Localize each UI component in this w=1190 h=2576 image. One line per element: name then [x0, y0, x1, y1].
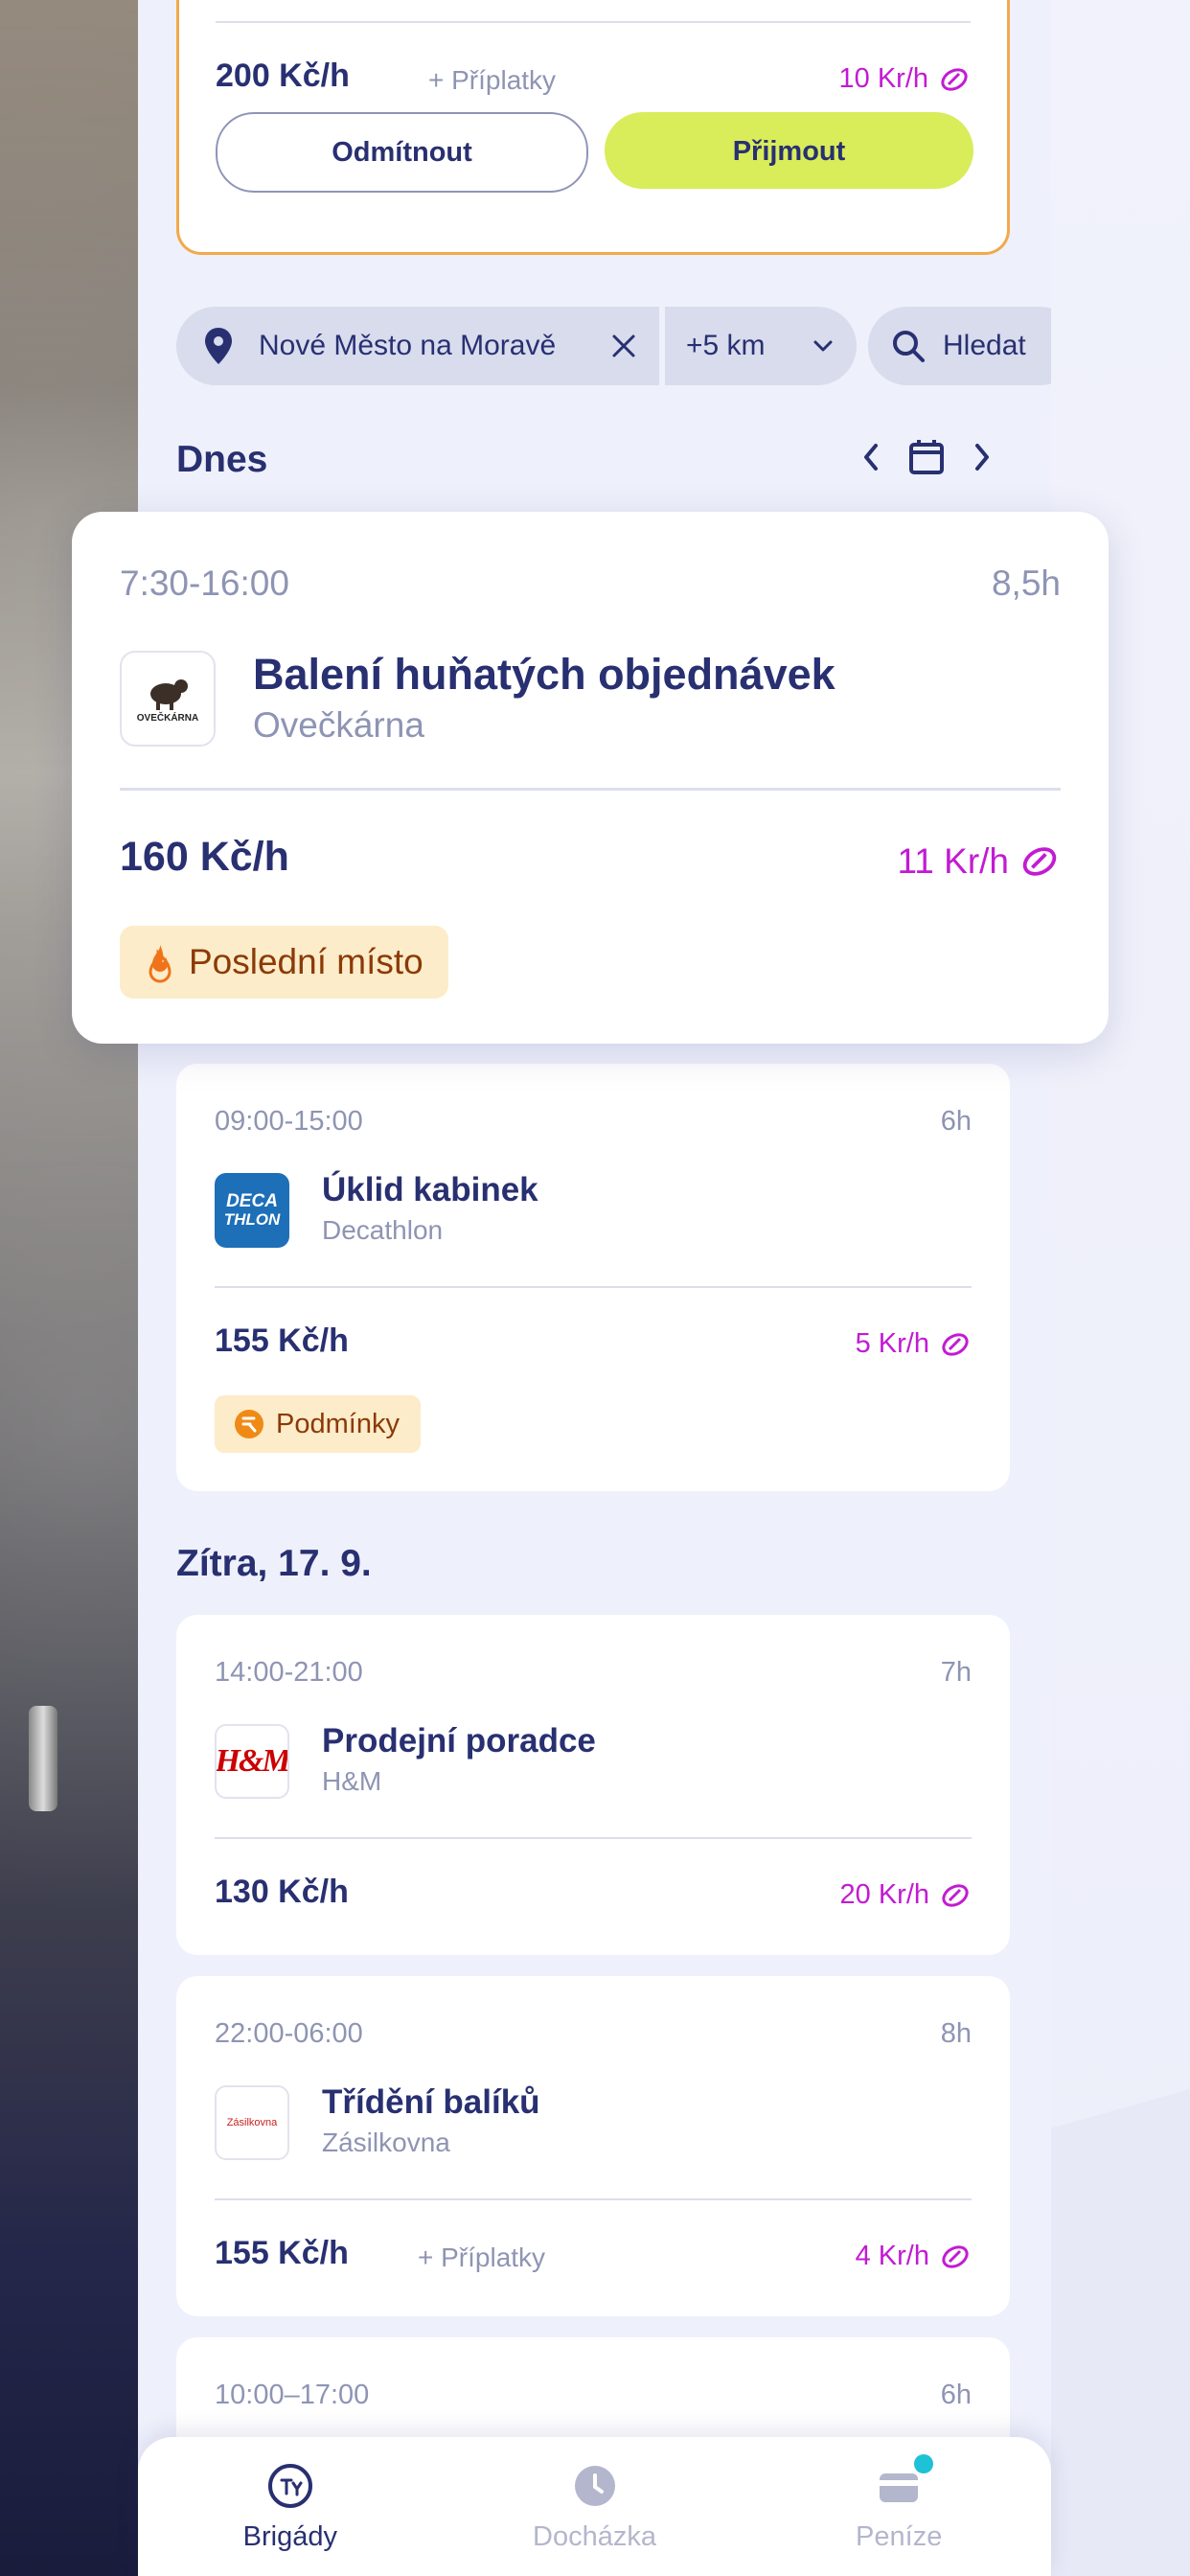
offer-card: 200 Kč/h + Příplatky 10 Kr/h Odmítnout P… — [176, 0, 1010, 255]
job-card[interactable]: 09:00-15:00 6h DECA THLON Úklid kabinek … — [176, 1064, 1010, 1491]
radius-filter-chip[interactable]: +5 km — [665, 307, 857, 385]
job-credit: 11 Kr/h — [897, 841, 1061, 882]
radius-filter-label: +5 km — [686, 330, 766, 361]
conditions-icon — [235, 1410, 263, 1438]
decathlon-logo-text-2: THLON — [223, 1210, 281, 1229]
nav-item-dochazka[interactable]: Docházka — [443, 2437, 747, 2576]
nav-item-label: Peníze — [856, 2521, 943, 2552]
card-divider — [215, 1837, 972, 1839]
bottom-navigation: Brigády Docházka Peníze — [138, 2437, 1051, 2576]
offer-credit: 10 Kr/h — [839, 63, 972, 95]
job-credit-value: 11 Kr/h — [897, 841, 1009, 881]
job-price: 160 Kč/h — [120, 834, 289, 880]
nav-item-brigady[interactable]: Brigády — [138, 2437, 443, 2576]
job-credit: 5 Kr/h — [856, 1328, 972, 1360]
job-credit-value: 20 Kr/h — [839, 1879, 930, 1910]
location-pin-icon — [205, 328, 232, 364]
filter-bar: Nové Město na Moravě +5 km Hledat — [176, 307, 1051, 385]
nav-item-label: Brigády — [242, 2521, 337, 2552]
job-price-extra: + Příplatky — [418, 2242, 546, 2272]
offer-price: 200 Kč/h — [216, 58, 350, 94]
credit-coin-icon — [942, 2244, 969, 2268]
reject-button[interactable]: Odmítnout — [216, 112, 588, 193]
zasilkovna-logo-text: Zásilkovna — [226, 2117, 278, 2128]
job-time: 7:30-16:00 — [120, 564, 289, 603]
date-navigation — [859, 438, 994, 476]
job-price: 155 Kč/h — [215, 1322, 349, 1359]
app-screen: 200 Kč/h + Příplatky 10 Kr/h Odmítnout P… — [138, 0, 1051, 2576]
credit-coin-icon — [942, 1883, 969, 1907]
job-credit-value: 4 Kr/h — [855, 2241, 929, 2271]
decathlon-logo-text-1: DECA — [226, 1191, 278, 1211]
company-logo: DECA THLON — [215, 1173, 289, 1248]
job-price: 130 Kč/h — [215, 1874, 349, 1910]
card-divider — [215, 1286, 972, 1288]
today-heading: Dnes — [176, 439, 268, 480]
job-card[interactable]: 22:00-06:00 8h Zásilkovna Třídění balíků… — [176, 1976, 1010, 2316]
job-company: Decathlon — [322, 1215, 444, 1245]
hm-logo-text: H&M — [215, 1743, 289, 1779]
job-credit: 4 Kr/h — [856, 2241, 972, 2272]
sheep-icon — [150, 678, 188, 710]
credit-coin-icon — [942, 1332, 969, 1356]
nav-item-penize[interactable]: Peníze — [746, 2437, 1051, 2576]
offer-divider — [216, 21, 971, 23]
notification-dot — [914, 2454, 934, 2473]
conditions-badge-label: Podmínky — [276, 1408, 400, 1439]
job-time: 10:00–17:00 — [215, 2380, 370, 2410]
job-duration: 8,5h — [991, 564, 1061, 603]
job-duration: 6h — [940, 1106, 972, 1137]
brigady-icon — [267, 2464, 312, 2508]
company-logo: OVEČKÁRNA — [120, 651, 216, 747]
job-title: Úklid kabinek — [322, 1171, 538, 1208]
job-time: 22:00-06:00 — [215, 2018, 363, 2049]
last-spot-badge-label: Poslední místo — [189, 942, 423, 981]
offer-credit-value: 10 Kr/h — [838, 63, 929, 94]
location-filter-label: Nové Město na Moravě — [259, 330, 557, 361]
job-card[interactable]: 14:00-21:00 7h H&M Prodejní poradce H&M … — [176, 1615, 1010, 1955]
calendar-icon[interactable] — [907, 438, 946, 476]
background-phone-edge — [29, 1706, 57, 1811]
job-duration: 8h — [940, 2018, 972, 2049]
card-divider — [120, 788, 1061, 791]
job-title: Balení huňatých objednávek — [253, 650, 835, 699]
last-spot-badge: Poslední místo — [120, 926, 448, 999]
clear-location-icon[interactable] — [609, 332, 638, 360]
nav-item-label: Docházka — [533, 2521, 656, 2552]
tomorrow-heading: Zítra, 17. 9. — [176, 1543, 372, 1584]
highlighted-job-card[interactable]: 7:30-16:00 8,5h OVEČKÁRNA Balení huňatýc… — [72, 512, 1109, 1044]
job-title: Třídění balíků — [322, 2083, 540, 2121]
job-duration: 7h — [940, 1657, 972, 1688]
fire-icon — [149, 943, 172, 983]
location-filter-chip[interactable]: Nové Město na Moravě — [176, 307, 659, 385]
accept-button[interactable]: Přijmout — [605, 112, 973, 189]
ovecharna-logo-text: OVEČKÁRNA — [136, 712, 199, 724]
job-time: 14:00-21:00 — [215, 1657, 363, 1688]
job-company: H&M — [322, 1766, 382, 1796]
offer-extra: + Příplatky — [428, 65, 557, 95]
job-time: 09:00-15:00 — [215, 1106, 363, 1137]
credit-coin-icon — [1022, 847, 1057, 876]
job-credit: 20 Kr/h — [840, 1879, 973, 1911]
job-company: Ovečkárna — [253, 705, 424, 745]
job-duration: 6h — [940, 2380, 972, 2410]
search-label: Hledat — [943, 330, 1026, 361]
conditions-badge[interactable]: Podmínky — [215, 1395, 421, 1453]
company-logo: H&M — [215, 1724, 289, 1799]
job-credit-value: 5 Kr/h — [855, 1328, 929, 1359]
background-photo — [0, 0, 144, 2576]
card-divider — [215, 2198, 972, 2200]
chevron-left-icon[interactable] — [859, 441, 882, 473]
chevron-right-icon[interactable] — [971, 441, 994, 473]
search-icon — [893, 331, 925, 362]
search-chip[interactable]: Hledat — [868, 307, 1051, 385]
chevron-down-icon — [813, 340, 833, 352]
job-company: Zásilkovna — [322, 2128, 450, 2157]
credit-coin-icon — [941, 67, 968, 91]
company-logo: Zásilkovna — [215, 2085, 289, 2160]
background-right-shape — [1051, 2089, 1190, 2576]
job-price: 155 Kč/h — [215, 2235, 349, 2271]
job-title: Prodejní poradce — [322, 1722, 596, 1760]
clock-icon — [574, 2466, 615, 2506]
